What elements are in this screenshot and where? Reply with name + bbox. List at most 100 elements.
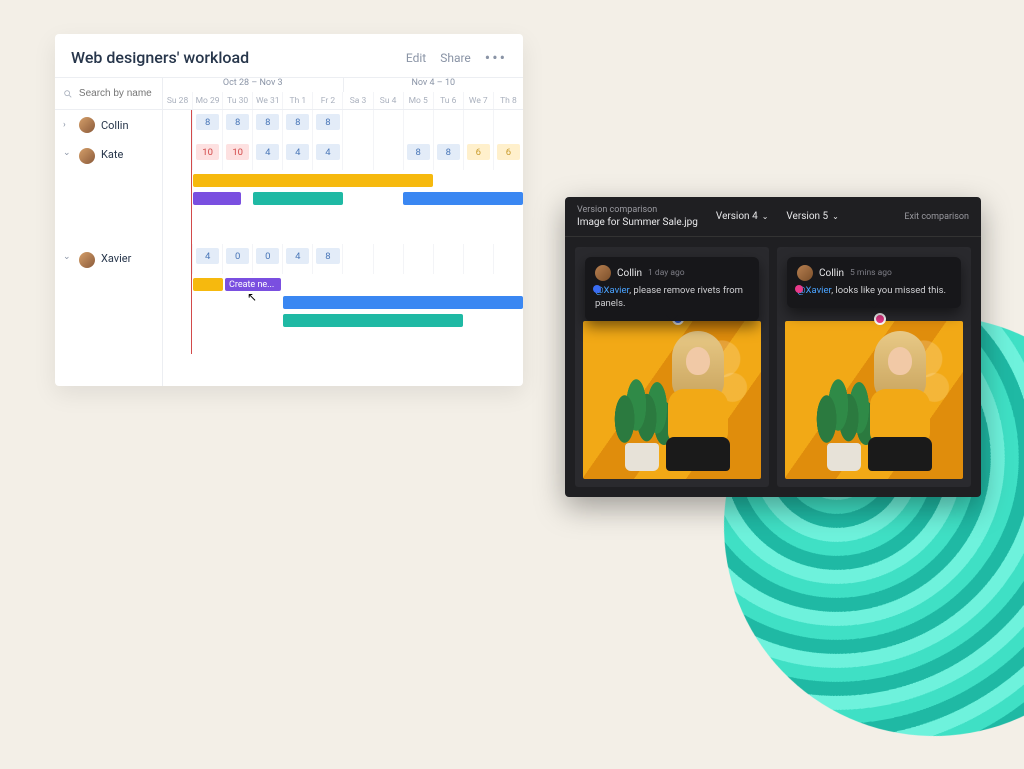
task-bar[interactable] (283, 314, 463, 327)
hour-chip: 4 (286, 248, 309, 264)
comment-marker[interactable] (874, 313, 886, 325)
hour-cell[interactable] (463, 244, 493, 274)
vc-filename: Image for Summer Sale.jpg (577, 217, 698, 228)
hour-chip: 8 (316, 248, 339, 264)
hour-chip: 8 (407, 144, 430, 160)
hour-cell[interactable]: 8 (312, 110, 342, 140)
comment-bubble[interactable]: Collin 1 day ago @Xavier, please remove … (585, 257, 759, 321)
day-header-cell: Tu 6 (433, 92, 463, 109)
hour-cell[interactable]: 8 (222, 110, 252, 140)
hour-cell[interactable] (373, 140, 403, 170)
hour-cell[interactable]: 6 (493, 140, 523, 170)
day-header-cell: Su 4 (373, 92, 403, 109)
hour-cell[interactable]: 4 (192, 244, 222, 274)
hour-cell[interactable]: 4 (252, 140, 282, 170)
version-right-picker[interactable]: Version 5 ⌄ (786, 211, 838, 222)
hour-cell[interactable]: 8 (192, 110, 222, 140)
hour-cell[interactable]: 8 (252, 110, 282, 140)
hour-cell[interactable] (163, 244, 192, 274)
comment-bubble[interactable]: Collin 5 mins ago @Xavier, looks like yo… (787, 257, 961, 308)
hour-cell[interactable] (342, 244, 372, 274)
search-input[interactable] (79, 88, 154, 99)
hour-cell[interactable]: 10 (192, 140, 222, 170)
hour-cell[interactable] (433, 110, 463, 140)
edit-button[interactable]: Edit (406, 51, 426, 65)
day-header-cell: Sa 3 (342, 92, 372, 109)
cursor-icon: ↖ (247, 290, 257, 304)
avatar (595, 265, 611, 281)
search-row (55, 78, 162, 110)
user-name: Collin (101, 119, 129, 132)
task-bar[interactable] (193, 174, 433, 187)
workload-header: Web designers' workload Edit Share ••• (55, 34, 523, 77)
hour-cell[interactable]: 4 (282, 140, 312, 170)
version-left-picker[interactable]: Version 4 ⌄ (716, 211, 768, 222)
hour-cell[interactable] (493, 244, 523, 274)
hour-cell[interactable]: 0 (252, 244, 282, 274)
hour-chip: 10 (196, 144, 219, 160)
hour-cell[interactable] (493, 110, 523, 140)
hour-cell[interactable]: 4 (312, 140, 342, 170)
create-label: Create ne... (229, 280, 274, 290)
hour-cell[interactable] (463, 110, 493, 140)
hour-cell[interactable]: 0 (222, 244, 252, 274)
hour-cell[interactable]: 6 (463, 140, 493, 170)
chevron-down-icon: ⌄ (832, 212, 839, 221)
day-header-cell: Mo 29 (192, 92, 222, 109)
more-menu-button[interactable]: ••• (485, 48, 507, 67)
image-preview[interactable] (785, 321, 963, 479)
task-bar[interactable] (193, 192, 241, 205)
hour-cell[interactable] (433, 244, 463, 274)
version-right-label: Version 5 (786, 211, 828, 222)
user-row-collin[interactable]: › Collin (55, 110, 162, 140)
day-header-cell: We 31 (252, 92, 282, 109)
hours-row-xavier: 40048 (163, 244, 523, 274)
chevron-right-icon: › (63, 120, 73, 130)
day-header-cell: Th 1 (282, 92, 312, 109)
day-header-cell: Th 8 (493, 92, 523, 109)
task-bar[interactable] (283, 296, 523, 309)
task-bar[interactable] (193, 278, 223, 291)
comment-time: 1 day ago (648, 268, 685, 278)
hour-cell[interactable] (163, 140, 192, 170)
week-range-row: Oct 28 – Nov 3 Nov 4 – 10 (163, 78, 523, 92)
hour-cell[interactable] (403, 110, 433, 140)
day-header-row: Su 28Mo 29Tu 30We 31Th 1Fr 2Sa 3Su 4Mo 5… (163, 92, 523, 110)
hour-chip: 6 (497, 144, 520, 160)
compare-pane-left: Collin 1 day ago @Xavier, please remove … (575, 247, 769, 487)
hour-cell[interactable]: 10 (222, 140, 252, 170)
hour-chip: 8 (316, 114, 339, 130)
hour-cell[interactable] (403, 244, 433, 274)
hour-cell[interactable]: 8 (433, 140, 463, 170)
vc-title: Version comparison (577, 205, 698, 215)
comment-time: 5 mins ago (850, 268, 892, 278)
user-row-kate[interactable]: ⌄ Kate (55, 140, 162, 244)
day-header-cell: Su 28 (163, 92, 192, 109)
hour-cell[interactable] (373, 244, 403, 274)
search-icon (63, 88, 73, 100)
task-bar[interactable] (253, 192, 343, 205)
hour-cell[interactable] (373, 110, 403, 140)
hour-chip: 4 (316, 144, 339, 160)
user-row-xavier[interactable]: ⌄ Xavier (55, 244, 162, 364)
hour-chip: 8 (226, 114, 249, 130)
hours-row-collin: 88888 (163, 110, 523, 140)
hour-cell[interactable] (342, 110, 372, 140)
comment-author: Collin (819, 268, 844, 279)
task-bar[interactable] (403, 192, 523, 205)
hour-chip: 6 (467, 144, 490, 160)
share-button[interactable]: Share (440, 51, 471, 65)
hour-chip: 4 (196, 248, 219, 264)
hour-cell[interactable]: 4 (282, 244, 312, 274)
hour-cell[interactable] (342, 140, 372, 170)
hour-cell[interactable]: 8 (282, 110, 312, 140)
hour-chip: 8 (196, 114, 219, 130)
compare-pane-right: Collin 5 mins ago @Xavier, looks like yo… (777, 247, 971, 487)
hour-cell[interactable]: 8 (312, 244, 342, 274)
comment-pin-icon (795, 285, 803, 293)
avatar (79, 148, 95, 164)
exit-comparison-button[interactable]: Exit comparison (904, 212, 969, 222)
image-preview[interactable] (583, 321, 761, 479)
hour-cell[interactable] (163, 110, 192, 140)
hour-cell[interactable]: 8 (403, 140, 433, 170)
